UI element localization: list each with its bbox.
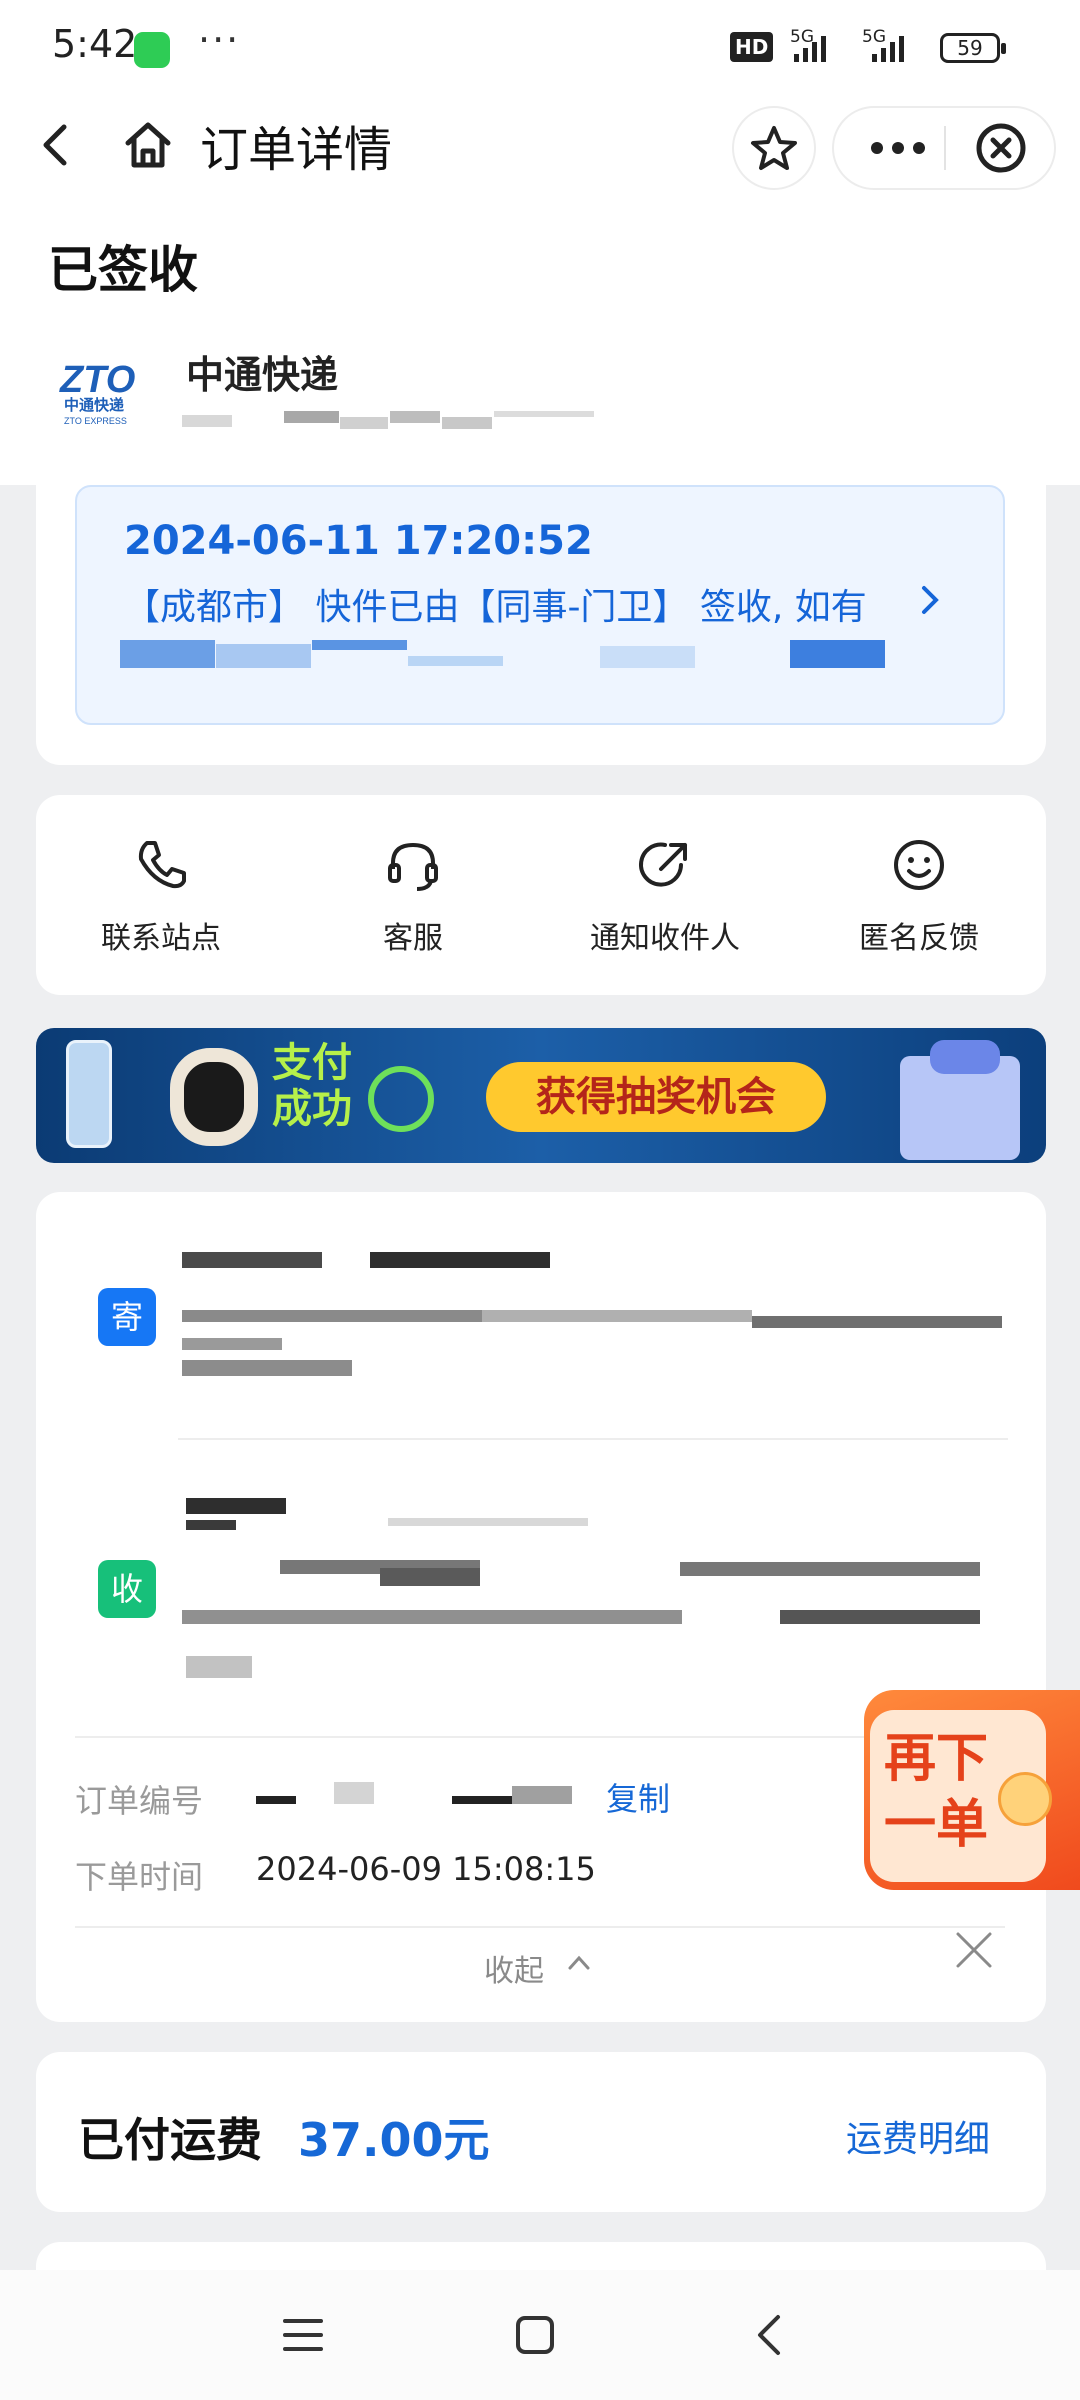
check-icon [368, 1066, 434, 1132]
svg-text:中通快递: 中通快递 [64, 396, 124, 414]
receiver-tag: 收 [98, 1560, 156, 1618]
order-number-label: 订单编号 [75, 1782, 204, 1820]
action-notify-recipient[interactable]: 通知收件人 [540, 835, 790, 975]
favorite-button[interactable] [732, 106, 816, 190]
reorder-text: 再下 一单 [884, 1729, 989, 1855]
home-nav-button[interactable] [500, 2300, 570, 2370]
action-contact-station[interactable]: 联系站点 [36, 835, 286, 975]
status-time: 5:42 [52, 22, 138, 66]
tracking-description: 【成都市】 快件已由【同事-门卫】 签收, 如有 [124, 587, 867, 628]
zto-logo: ZTO 中通快递 ZTO EXPRESS [59, 359, 135, 426]
menu-icon [283, 2319, 323, 2351]
signal-icon [794, 36, 826, 62]
star-icon [751, 126, 797, 170]
banner-cta-button[interactable]: 获得抽奖机会 [486, 1062, 826, 1132]
tracking-time: 2024-06-11 17:20:52 [124, 518, 593, 564]
action-label: 客服 [383, 921, 443, 956]
fee-label: 已付运费 [78, 2113, 262, 2167]
close-icon[interactable] [950, 1926, 998, 1974]
svg-text:ZTO: ZTO [59, 359, 135, 401]
banner-payment-success: 支付 成功 [272, 1040, 352, 1132]
fee-detail-link[interactable]: 运费明细 [846, 2110, 990, 2162]
status-more-dots: ··· [198, 18, 241, 62]
gift-bow [930, 1040, 1000, 1074]
collapse-divider [75, 1926, 1005, 1928]
action-label: 通知收件人 [590, 921, 740, 956]
hd-badge: HD [730, 32, 774, 62]
chevron-right-icon [922, 586, 939, 614]
phone-icon [138, 841, 186, 889]
mascot-icon [998, 1772, 1052, 1826]
square-home-icon [516, 2316, 554, 2354]
back-nav-button[interactable] [734, 2300, 804, 2370]
action-customer-service[interactable]: 客服 [288, 835, 538, 975]
more-dots-icon [871, 142, 925, 154]
phone-image [66, 1040, 112, 1148]
order-time-value: 2024-06-09 15:08:15 [256, 1850, 596, 1888]
fee-amount: 37.00元 [298, 2113, 490, 2167]
collapse-button[interactable]: 收起 [484, 1946, 544, 1990]
battery-indicator: 59 [940, 33, 1006, 63]
capsule-divider [944, 126, 946, 170]
close-button[interactable] [966, 118, 1036, 178]
order-status: 已签收 [48, 241, 198, 299]
more-button[interactable] [866, 118, 930, 178]
chevron-left-icon[interactable] [34, 115, 74, 175]
menu-button[interactable] [268, 2300, 338, 2370]
page-title: 订单详情 [200, 122, 393, 178]
back-chevron-icon [758, 2315, 780, 2355]
close-circle-icon [976, 123, 1026, 173]
address-divider [178, 1438, 1008, 1440]
chevron-up-icon[interactable] [566, 1952, 592, 1974]
svg-text:ZTO EXPRESS: ZTO EXPRESS [64, 416, 127, 426]
home-icon[interactable] [120, 115, 176, 175]
action-anonymous-feedback[interactable]: 匿名反馈 [794, 835, 1044, 975]
sender-tag: 寄 [98, 1288, 156, 1346]
signal-icon-2 [872, 36, 904, 62]
share-arrow-icon [639, 842, 687, 887]
courier-name: 中通快递 [186, 353, 339, 397]
copy-order-number-button[interactable]: 复制 [606, 1774, 670, 1820]
wechat-icon [134, 32, 170, 68]
smiley-icon [894, 840, 944, 890]
order-time-label: 下单时间 [75, 1858, 204, 1896]
action-label: 联系站点 [101, 921, 221, 956]
headset-icon [388, 842, 438, 891]
action-label: 匿名反馈 [859, 921, 979, 956]
smart-band-image [170, 1048, 258, 1146]
